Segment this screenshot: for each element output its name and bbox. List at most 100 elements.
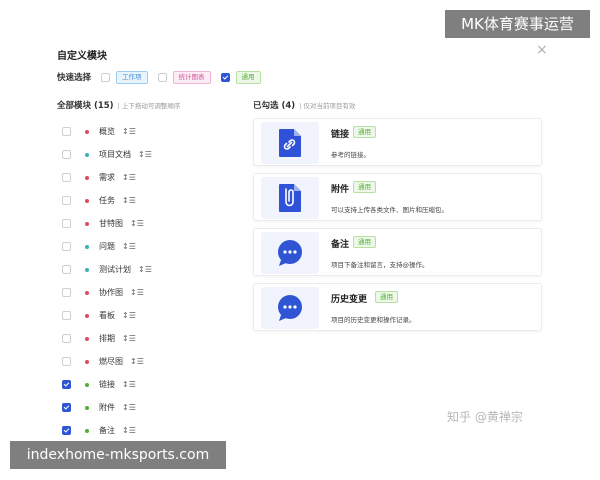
card-tag: 通用	[353, 181, 376, 193]
module-item[interactable]: 看板 ↕☰	[62, 304, 152, 327]
tag-work-item: 工作项	[116, 70, 148, 84]
checkbox[interactable]	[62, 242, 71, 251]
module-dot-icon	[85, 198, 89, 203]
checkbox[interactable]	[62, 196, 71, 205]
checkbox-checked[interactable]	[62, 426, 71, 435]
card-tag: 通用	[375, 291, 398, 303]
module-name: 测试计划	[99, 265, 131, 274]
all-modules-header: 全部模块 (15) | 上下拖动可调整顺序	[57, 99, 180, 111]
card-desc: 项目的历史变更和操作记录。	[331, 316, 416, 324]
link-file-icon	[261, 122, 319, 164]
module-item[interactable]: 甘特图 ↕☰	[62, 212, 152, 235]
module-item[interactable]: 链接 ↕☰	[62, 373, 152, 396]
module-item[interactable]: 备注 ↕☰	[62, 419, 152, 442]
checkbox[interactable]	[62, 219, 71, 228]
module-item[interactable]: 需求 ↕☰	[62, 166, 152, 189]
tag-charts: 统计图表	[172, 70, 211, 84]
drag-handle-icon[interactable]: ↕☰	[122, 334, 136, 343]
module-item[interactable]: 燃尽图 ↕☰	[62, 350, 152, 373]
card-name: 链接	[331, 130, 350, 140]
quick-option-work-item[interactable]: 工作项	[101, 70, 148, 84]
drag-handle-icon[interactable]: ↕☰	[122, 426, 136, 435]
selected-card-attachment[interactable]: 附件 通用 可以支持上传各类文件、图片和压缩包。	[253, 173, 542, 221]
drag-handle-icon[interactable]: ↕☰	[130, 357, 144, 366]
all-modules-title: 全部模块 (15)	[57, 101, 114, 111]
drag-handle-icon[interactable]: ↕☰	[130, 288, 144, 297]
module-dot-icon	[85, 175, 89, 180]
checkbox-checked[interactable]	[220, 72, 230, 82]
module-dot-icon	[85, 290, 89, 295]
checkbox[interactable]	[62, 311, 71, 320]
module-dot-icon	[85, 336, 89, 341]
module-item[interactable]: 测试计划 ↕☰	[62, 258, 152, 281]
module-name: 备注	[99, 426, 115, 435]
module-dot-icon	[85, 244, 89, 249]
checkbox[interactable]	[62, 288, 71, 297]
module-name: 燃尽图	[99, 357, 123, 366]
selected-header: 已勾选 (4) | 仅对当前项目有效	[253, 99, 355, 111]
module-dot-icon	[85, 221, 89, 226]
selected-card-history[interactable]: 历史变更 通用 项目的历史变更和操作记录。	[253, 283, 542, 331]
checkbox[interactable]	[101, 72, 111, 82]
module-item[interactable]: 附件 ↕☰	[62, 396, 152, 419]
checkbox[interactable]	[157, 72, 167, 82]
module-name: 问题	[99, 242, 115, 251]
paperclip-file-icon	[261, 177, 319, 219]
close-icon[interactable]: ×	[536, 42, 548, 58]
module-dot-icon	[85, 428, 89, 433]
module-item[interactable]: 概览 ↕☰	[62, 120, 152, 143]
card-name: 附件	[331, 185, 350, 195]
checkbox[interactable]	[62, 357, 71, 366]
drag-handle-icon[interactable]: ↕☰	[122, 196, 136, 205]
dialog-title: 自定义模块	[57, 51, 107, 62]
selected-card-link[interactable]: 链接 通用 参考的链接。	[253, 118, 542, 166]
drag-handle-icon[interactable]: ↕☰	[138, 265, 152, 274]
card-desc: 项目下备注和留言，支持@操作。	[331, 261, 429, 269]
card-desc: 参考的链接。	[331, 151, 370, 159]
quick-option-general[interactable]: 通用	[220, 70, 261, 84]
selected-card-notes[interactable]: 备注 通用 项目下备注和留言，支持@操作。	[253, 228, 542, 276]
module-name: 链接	[99, 380, 115, 389]
module-dot-icon	[85, 152, 89, 157]
checkbox-checked[interactable]	[62, 403, 71, 412]
watermark-bottom: indexhome-mksports.com	[10, 441, 226, 469]
hint-text: 仅对当前项目有效	[303, 102, 356, 110]
module-dot-icon	[85, 405, 89, 410]
drag-handle-icon[interactable]: ↕☰	[122, 311, 136, 320]
checkbox[interactable]	[62, 173, 71, 182]
module-list: 概览 ↕☰ 项目文档 ↕☰ 需求 ↕☰ 任务 ↕☰ 甘特图 ↕☰ 问题 ↕☰ 测试计划 ↕☰ 协作图 ↕☰ 看板…	[62, 120, 152, 442]
card-desc: 可以支持上传各类文件、图片和压缩包。	[331, 206, 448, 214]
module-dot-icon	[85, 382, 89, 387]
quick-option-charts[interactable]: 统计图表	[157, 70, 211, 84]
checkbox[interactable]	[62, 127, 71, 136]
module-item[interactable]: 项目文档 ↕☰	[62, 143, 152, 166]
drag-handle-icon[interactable]: ↕☰	[130, 219, 144, 228]
card-name: 历史变更	[331, 295, 368, 305]
quick-select-row: 快速选择 工作项 统计图表 通用	[57, 69, 271, 85]
watermark-top: MK体育赛事运营	[445, 10, 590, 38]
module-dot-icon	[85, 267, 89, 272]
drag-handle-icon[interactable]: ↕☰	[138, 150, 152, 159]
drag-handle-icon[interactable]: ↕☰	[122, 242, 136, 251]
drag-handle-icon[interactable]: ↕☰	[122, 127, 136, 136]
module-item[interactable]: 问题 ↕☰	[62, 235, 152, 258]
checkbox-checked[interactable]	[62, 380, 71, 389]
module-name: 甘特图	[99, 219, 123, 228]
quick-select-label: 快速选择	[57, 73, 92, 83]
card-name: 备注	[331, 240, 350, 250]
chat-bubble-icon	[261, 232, 319, 274]
checkbox[interactable]	[62, 150, 71, 159]
checkbox[interactable]	[62, 265, 71, 274]
drag-handle-icon[interactable]: ↕☰	[122, 173, 136, 182]
module-name: 协作图	[99, 288, 123, 297]
module-dot-icon	[85, 129, 89, 134]
card-tag: 通用	[353, 236, 376, 248]
module-name: 概览	[99, 127, 115, 136]
module-item[interactable]: 任务 ↕☰	[62, 189, 152, 212]
drag-handle-icon[interactable]: ↕☰	[122, 403, 136, 412]
checkbox[interactable]	[62, 334, 71, 343]
module-item[interactable]: 排期 ↕☰	[62, 327, 152, 350]
drag-handle-icon[interactable]: ↕☰	[122, 380, 136, 389]
tag-general: 通用	[235, 70, 261, 84]
module-item[interactable]: 协作图 ↕☰	[62, 281, 152, 304]
